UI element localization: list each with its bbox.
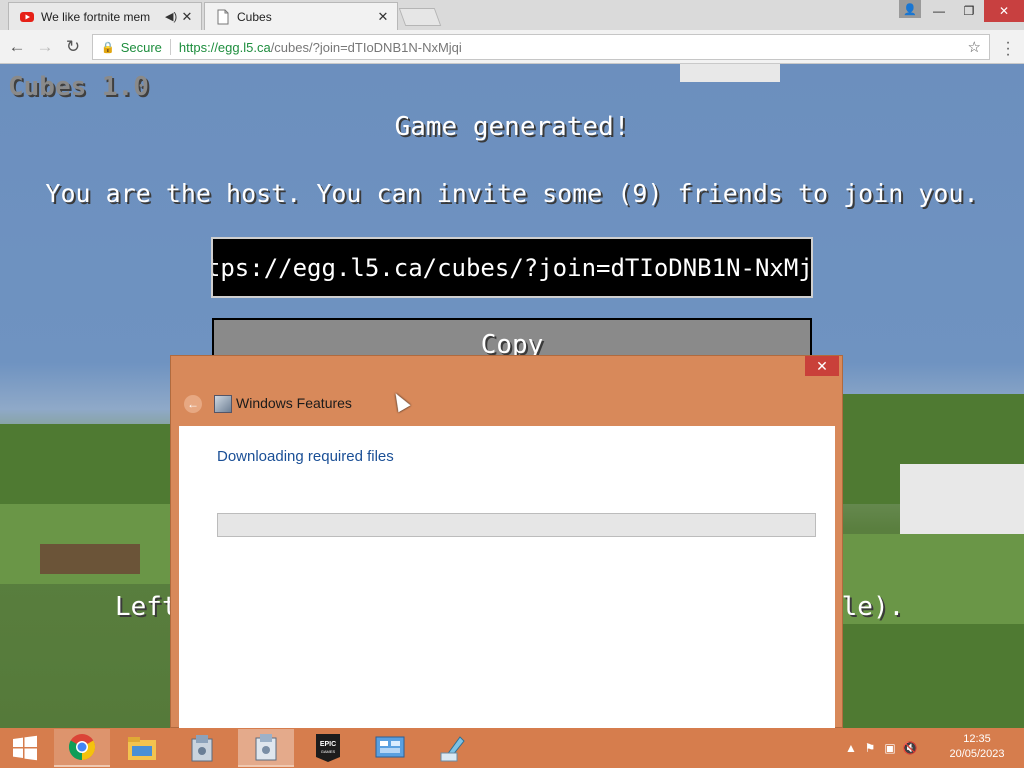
epic-games-icon: EPIC GAMES	[316, 734, 340, 762]
control-panel-icon	[375, 736, 405, 758]
terrain-block	[900, 464, 1024, 534]
tab-title: We like fortnite mem	[41, 9, 151, 24]
invite-link-text: https://egg.l5.ca/cubes/?join=dTIoDNB1N-…	[211, 253, 813, 282]
clock-time: 12:35	[963, 733, 991, 745]
divider	[169, 39, 171, 55]
show-hidden-icons-icon[interactable]: ▲	[842, 741, 860, 755]
secure-label: Secure	[120, 39, 162, 55]
back-arrow-icon[interactable]: ←	[184, 395, 202, 413]
clock-date: 20/05/2023	[949, 748, 1005, 760]
windows-features-icon	[214, 395, 232, 413]
svg-text:GAMES: GAMES	[321, 749, 336, 754]
invite-link-field[interactable]: https://egg.l5.ca/cubes/?join=dTIoDNB1N-…	[211, 237, 813, 298]
action-center-flag-icon[interactable]: ⚑	[860, 741, 880, 755]
dialog-content: Downloading required files	[179, 426, 835, 729]
taskbar-windows-features[interactable]	[238, 729, 294, 767]
lock-icon: 🔒	[101, 41, 115, 54]
speaker-icon[interactable]: ◀)	[165, 10, 179, 23]
browser-toolbar: ← → ↻ 🔒 Secure https://egg.l5.ca /cubes/…	[0, 30, 1024, 64]
user-profile-icon[interactable]: 👤	[899, 0, 921, 18]
system-clock[interactable]: 12:35 20/05/2023	[944, 732, 1010, 762]
tab-close-icon[interactable]: ✕	[179, 9, 195, 25]
notepad-icon	[440, 736, 465, 762]
volume-muted-icon[interactable]: 🔇	[900, 741, 920, 755]
browser-menu-icon[interactable]: · · ·	[1002, 35, 1014, 63]
window-controls: — ❐ ✕	[924, 0, 1024, 22]
progress-bar	[217, 513, 816, 537]
taskbar-file-explorer[interactable]	[114, 729, 170, 767]
reload-icon[interactable]: ↻	[62, 36, 84, 58]
back-icon[interactable]: ←	[6, 36, 28, 58]
taskbar-control-panel[interactable]	[362, 729, 418, 767]
terrain-block	[843, 624, 1024, 728]
restore-icon[interactable]: ❐	[954, 0, 984, 22]
forward-icon[interactable]: →	[34, 36, 56, 58]
host-message: You are the host. You can invite some (9…	[45, 179, 979, 208]
network-icon[interactable]: ▣	[880, 741, 900, 755]
dialog-close-icon[interactable]: ✕	[805, 356, 839, 376]
game-title: Cubes 1.0	[8, 72, 149, 102]
taskbar-notepad[interactable]	[424, 729, 480, 767]
page-icon	[217, 9, 229, 24]
installer-icon	[191, 735, 213, 762]
hint-text-left: Left	[115, 592, 178, 622]
tab-cubes[interactable]: Cubes ✕	[204, 2, 398, 30]
tab-strip: We like fortnite mem ◀) ✕ Cubes ✕ 👤 — ❐ …	[0, 0, 1024, 30]
youtube-icon	[20, 11, 34, 22]
svg-text:EPIC: EPIC	[320, 741, 336, 748]
taskbar-installer[interactable]	[174, 729, 230, 767]
start-button[interactable]	[0, 728, 50, 768]
url-host: https://egg.l5.ca	[178, 39, 271, 55]
tab-title: Cubes	[237, 9, 272, 24]
terrain-block	[680, 64, 780, 82]
new-tab-button[interactable]	[398, 8, 442, 26]
terrain-block	[40, 544, 140, 574]
dialog-title: Windows Features	[236, 395, 352, 411]
taskbar-epic-games[interactable]: EPIC GAMES	[300, 729, 356, 767]
file-explorer-icon	[128, 737, 156, 760]
minimize-icon[interactable]: —	[924, 0, 954, 22]
windows-features-icon	[255, 734, 277, 761]
windows-features-dialog: ✕ ← Windows Features Downloading require…	[170, 355, 843, 729]
windows-logo-icon	[13, 735, 37, 761]
status-text: Downloading required files	[217, 448, 394, 465]
url-path: /cubes/?join=dTIoDNB1N-NxMjqi	[270, 39, 462, 55]
system-tray: ▲ ⚑ ▣ 🔇	[842, 728, 920, 768]
bookmark-star-icon[interactable]: ☆	[968, 38, 981, 56]
chrome-icon	[68, 734, 96, 761]
window-close-icon[interactable]: ✕	[984, 0, 1024, 22]
address-bar[interactable]: 🔒 Secure https://egg.l5.ca /cubes/?join=…	[92, 34, 990, 60]
tab-close-icon[interactable]: ✕	[375, 9, 391, 25]
taskbar-chrome[interactable]	[54, 729, 110, 767]
taskbar: EPIC GAMES ▲ ⚑ ▣ 🔇 12:35 20/05/2023	[0, 728, 1024, 768]
tab-youtube[interactable]: We like fortnite mem ◀) ✕	[8, 2, 202, 30]
game-heading: Game generated!	[394, 112, 630, 142]
